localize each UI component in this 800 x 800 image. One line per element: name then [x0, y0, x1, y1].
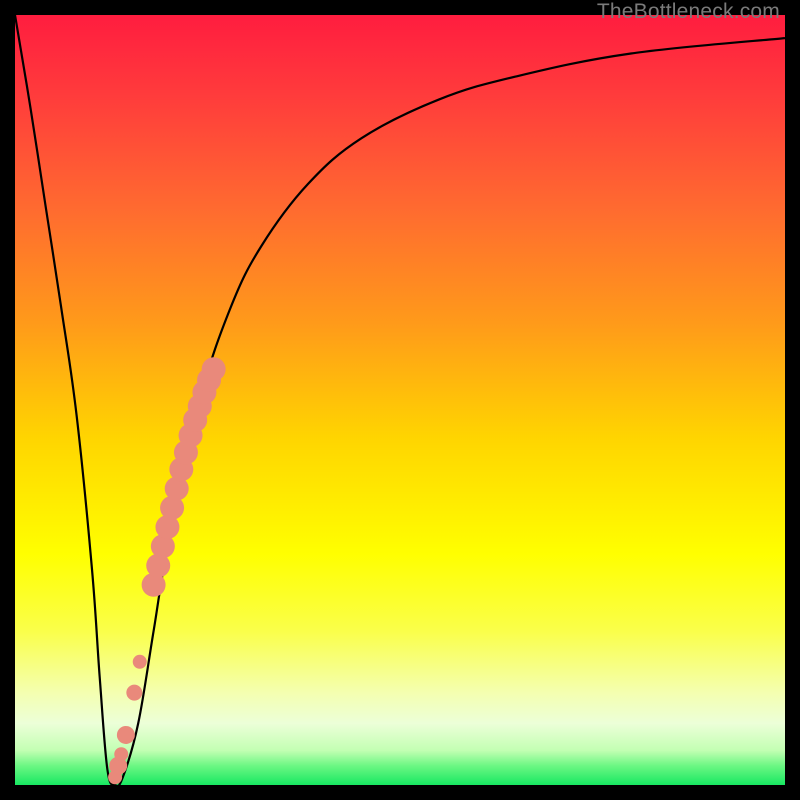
bottleneck-curve: [15, 15, 785, 785]
curve-layer: [15, 15, 785, 785]
watermark-text: TheBottleneck.com: [597, 0, 780, 24]
data-marker: [202, 357, 226, 381]
data-marker: [114, 747, 128, 761]
marker-group: [108, 357, 226, 784]
data-marker: [133, 655, 147, 669]
data-marker: [126, 685, 142, 701]
plot-area: [15, 15, 785, 785]
data-marker: [117, 726, 135, 744]
chart-frame: TheBottleneck.com: [0, 0, 800, 800]
